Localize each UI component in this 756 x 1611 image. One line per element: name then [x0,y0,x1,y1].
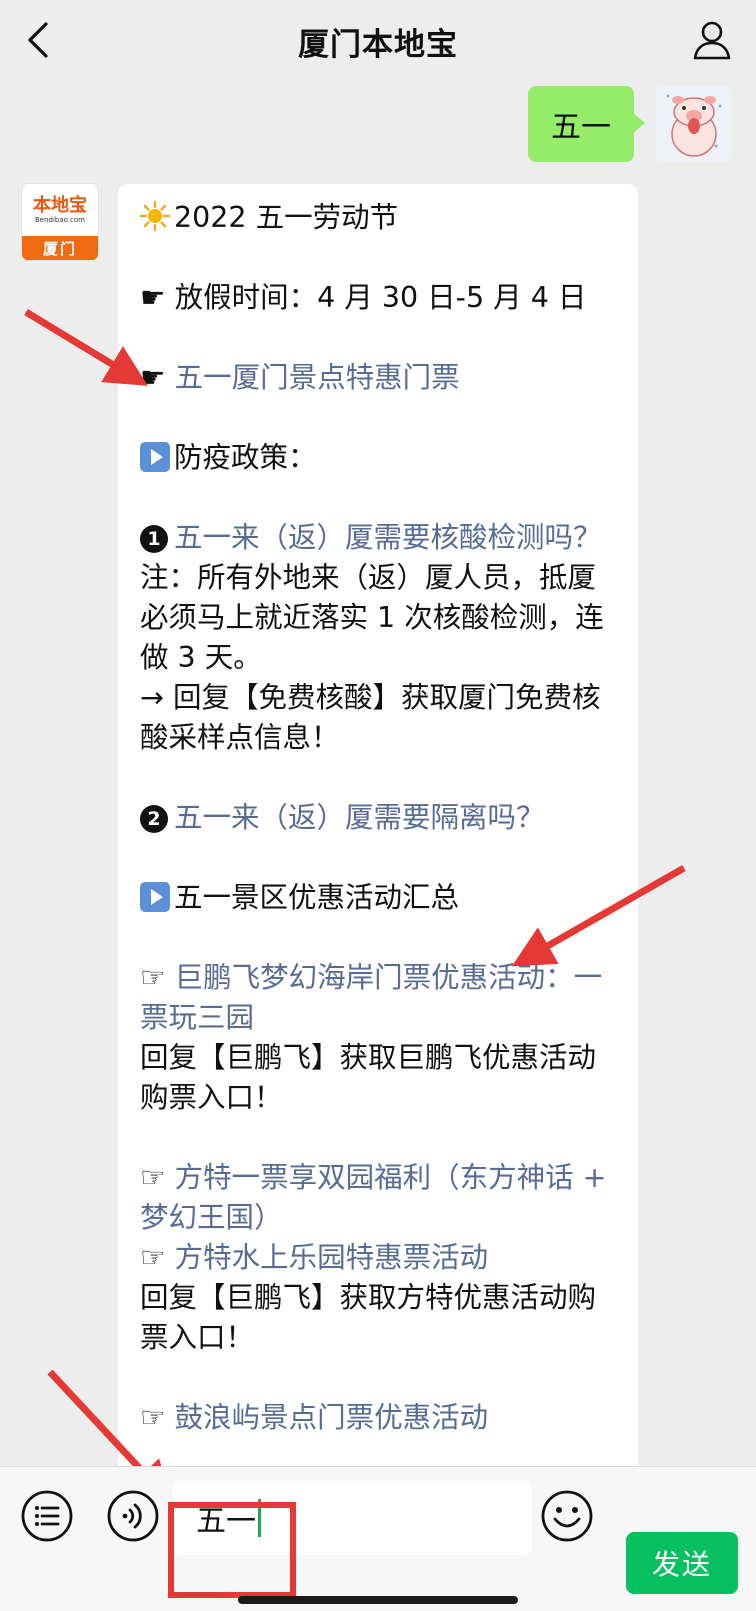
hand-pointer-icon: ☞ [140,1161,175,1194]
deal1-link[interactable]: 巨鹏飞梦幻海岸门票优惠活动：一票玩三园 [140,961,602,1034]
ticket-link[interactable]: 五一厦门景点特惠门票 [175,361,460,394]
menu-list-icon[interactable] [20,1489,74,1543]
policy-heading: 防疫政策： [174,441,317,474]
headline-line: 2022 五一劳动节 [140,198,616,238]
deal3-link[interactable]: 方特水上乐园特惠票活动 [175,1241,489,1274]
play-icon [140,882,170,912]
profile-icon[interactable] [690,18,734,62]
bot-logo-city: 厦门 [22,236,98,260]
voice-icon[interactable] [106,1489,160,1543]
ticket-line: ☛ 五一厦门景点特惠门票 [140,358,616,398]
deal2-line: ☞ 方特一票享双园福利（东方神话 + 梦幻王国） [140,1158,616,1238]
hand-pointer-icon: ☞ [140,961,175,994]
q1-reply: → 回复【免费核酸】获取厦门免费核酸采样点信息！ [140,681,601,754]
policy-heading-line: 防疫政策： [140,438,616,478]
deal1-reply: 回复【巨鹏飞】获取巨鹏飞优惠活动购票入口！ [140,1041,597,1114]
send-button[interactable]: 发送 [626,1532,738,1594]
user-message-bubble[interactable]: 五一 [528,86,645,162]
deal4-link[interactable]: 鼓浪屿景点门票优惠活动 [175,1401,489,1434]
hand-pointer-icon: ☛ [140,281,175,314]
q1-line: 1 五一来（返）厦需要核酸检测吗？ [140,518,616,558]
message-input-value: 五一 [196,1504,256,1539]
back-chevron-icon[interactable] [22,20,58,60]
hand-pointer-icon: ☞ [140,1241,175,1274]
deal3-line: ☞ 方特水上乐园特惠票活动 [140,1238,616,1278]
hand-pointer-icon: ☞ [140,1401,175,1434]
bot-logo: 本地宝 Bendibao.com [22,184,98,236]
hand-pointer-icon: ☛ [140,361,175,394]
bot-message-bubble: 2022 五一劳动节 ☛ 放假时间：4 月 30 日-5 月 4 日 ☛ 五一厦… [118,184,638,1514]
pig-avatar-icon [656,86,732,162]
bot-logo-domain: Bendibao.com [34,215,85,224]
sun-icon [140,201,170,231]
holiday-line: ☛ 放假时间：4 月 30 日-5 月 4 日 [140,278,616,318]
deal1-line: ☞ 巨鹏飞梦幻海岸门票优惠活动：一票玩三园 [140,958,616,1038]
emoji-icon[interactable] [540,1489,594,1543]
headline-text: 2022 五一劳动节 [174,201,399,234]
bot-logo-brand: 本地宝 [33,194,87,216]
q2-link[interactable]: 五一来（返）厦需要隔离吗？ [174,801,545,834]
bot-avatar[interactable]: 本地宝 Bendibao.com 厦门 [22,184,98,260]
chat-title: 厦门本地宝 [298,26,458,63]
message-input[interactable]: 五一 [172,1481,532,1555]
q1-link[interactable]: 五一来（返）厦需要核酸检测吗？ [174,521,602,554]
deal2-link[interactable]: 方特一票享双园福利（东方神话 + 梦幻王国） [140,1161,607,1234]
user-message-row: 五一 [528,86,732,162]
deals-heading-line: 五一景区优惠活动汇总 [140,878,616,918]
play-icon [140,442,170,472]
q2-line: 2 五一来（返）厦需要隔离吗？ [140,798,616,838]
home-indicator [238,1596,518,1604]
holiday-text: 放假时间：4 月 30 日-5 月 4 日 [174,281,587,314]
text-caret [258,1499,261,1537]
number-two-icon: 2 [140,805,168,833]
user-avatar[interactable] [656,86,732,162]
number-one-icon: 1 [140,525,168,553]
deals-heading: 五一景区优惠活动汇总 [174,881,460,914]
nav-bar: 厦门本地宝 [0,0,756,82]
deal4-line: ☞ 鼓浪屿景点门票优惠活动 [140,1398,616,1438]
deal23-reply: 回复【巨鹏飞】获取方特优惠活动购票入口！ [140,1281,597,1354]
q1-note: 注：所有外地来（返）厦人员，抵厦必须马上就近落实 1 次核酸检测，连做 3 天。 [140,561,604,674]
